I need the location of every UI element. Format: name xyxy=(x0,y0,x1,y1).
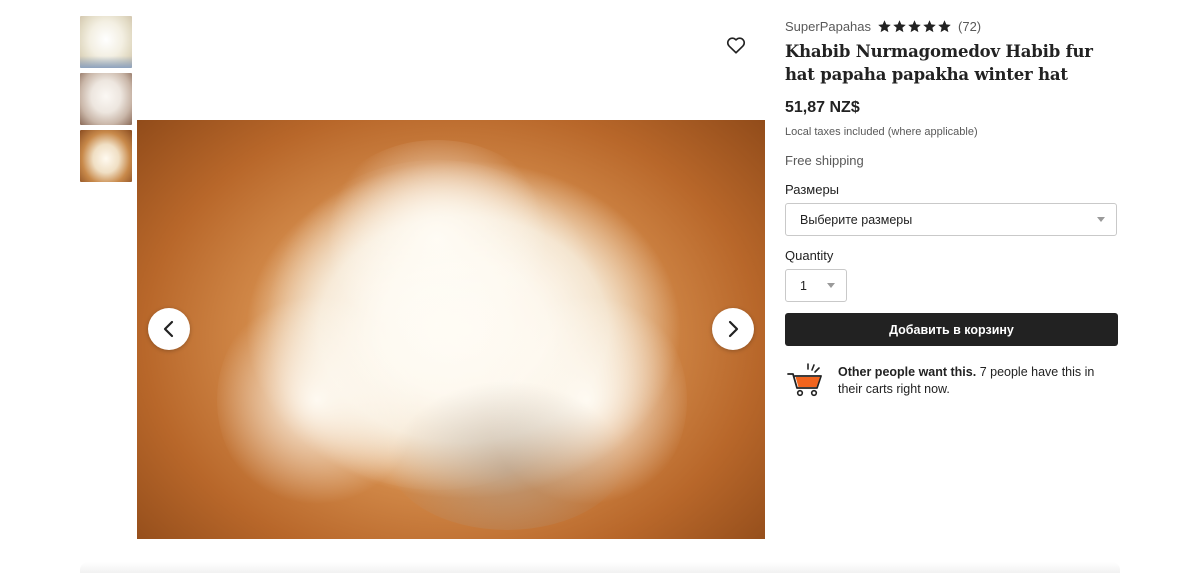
thumbnail-2[interactable] xyxy=(80,73,132,125)
next-image-button[interactable] xyxy=(712,308,754,350)
star-icon xyxy=(908,19,921,32)
demand-message: Other people want this. 7 people have th… xyxy=(838,364,1118,398)
quantity-select[interactable]: 1 xyxy=(785,269,847,302)
product-title: Khabib Nurmagomedov Habib fur hat papaha… xyxy=(785,42,1093,84)
review-count[interactable]: (72) xyxy=(958,19,981,34)
star-icon xyxy=(923,19,936,32)
tax-note: Local taxes included (where applicable) xyxy=(785,126,978,138)
main-product-image xyxy=(137,120,765,539)
thumbnail-3[interactable] xyxy=(80,130,132,182)
section-divider xyxy=(80,562,1120,573)
star-icon xyxy=(878,19,891,32)
rating-stars[interactable] xyxy=(877,19,952,34)
thumbnail-1[interactable] xyxy=(80,16,132,68)
quantity-select-value: 1 xyxy=(800,278,807,293)
quantity-label: Quantity xyxy=(785,248,834,263)
previous-image-button[interactable] xyxy=(148,308,190,350)
heart-outline-icon xyxy=(726,37,746,54)
favorite-button[interactable] xyxy=(722,31,750,59)
caret-down-icon xyxy=(827,283,835,288)
shop-name-link[interactable]: SuperPapahas xyxy=(785,19,871,34)
chevron-left-icon xyxy=(163,320,174,338)
add-to-cart-button[interactable]: Добавить в корзину xyxy=(785,313,1118,346)
star-icon xyxy=(893,19,906,32)
caret-down-icon xyxy=(1097,217,1105,222)
demand-headline: Other people want this. xyxy=(838,365,977,379)
size-label: Размеры xyxy=(785,182,840,197)
size-select[interactable]: Выберите размеры xyxy=(785,203,1117,236)
size-select-value: Выберите размеры xyxy=(800,212,913,227)
shipping-info: Free shipping xyxy=(785,153,864,168)
star-icon xyxy=(938,19,951,32)
shop-info: SuperPapahas (72) xyxy=(785,17,981,35)
shopping-cart-icon xyxy=(787,363,822,397)
chevron-right-icon xyxy=(728,320,739,338)
product-price: 51,87 NZ$ xyxy=(785,99,860,116)
